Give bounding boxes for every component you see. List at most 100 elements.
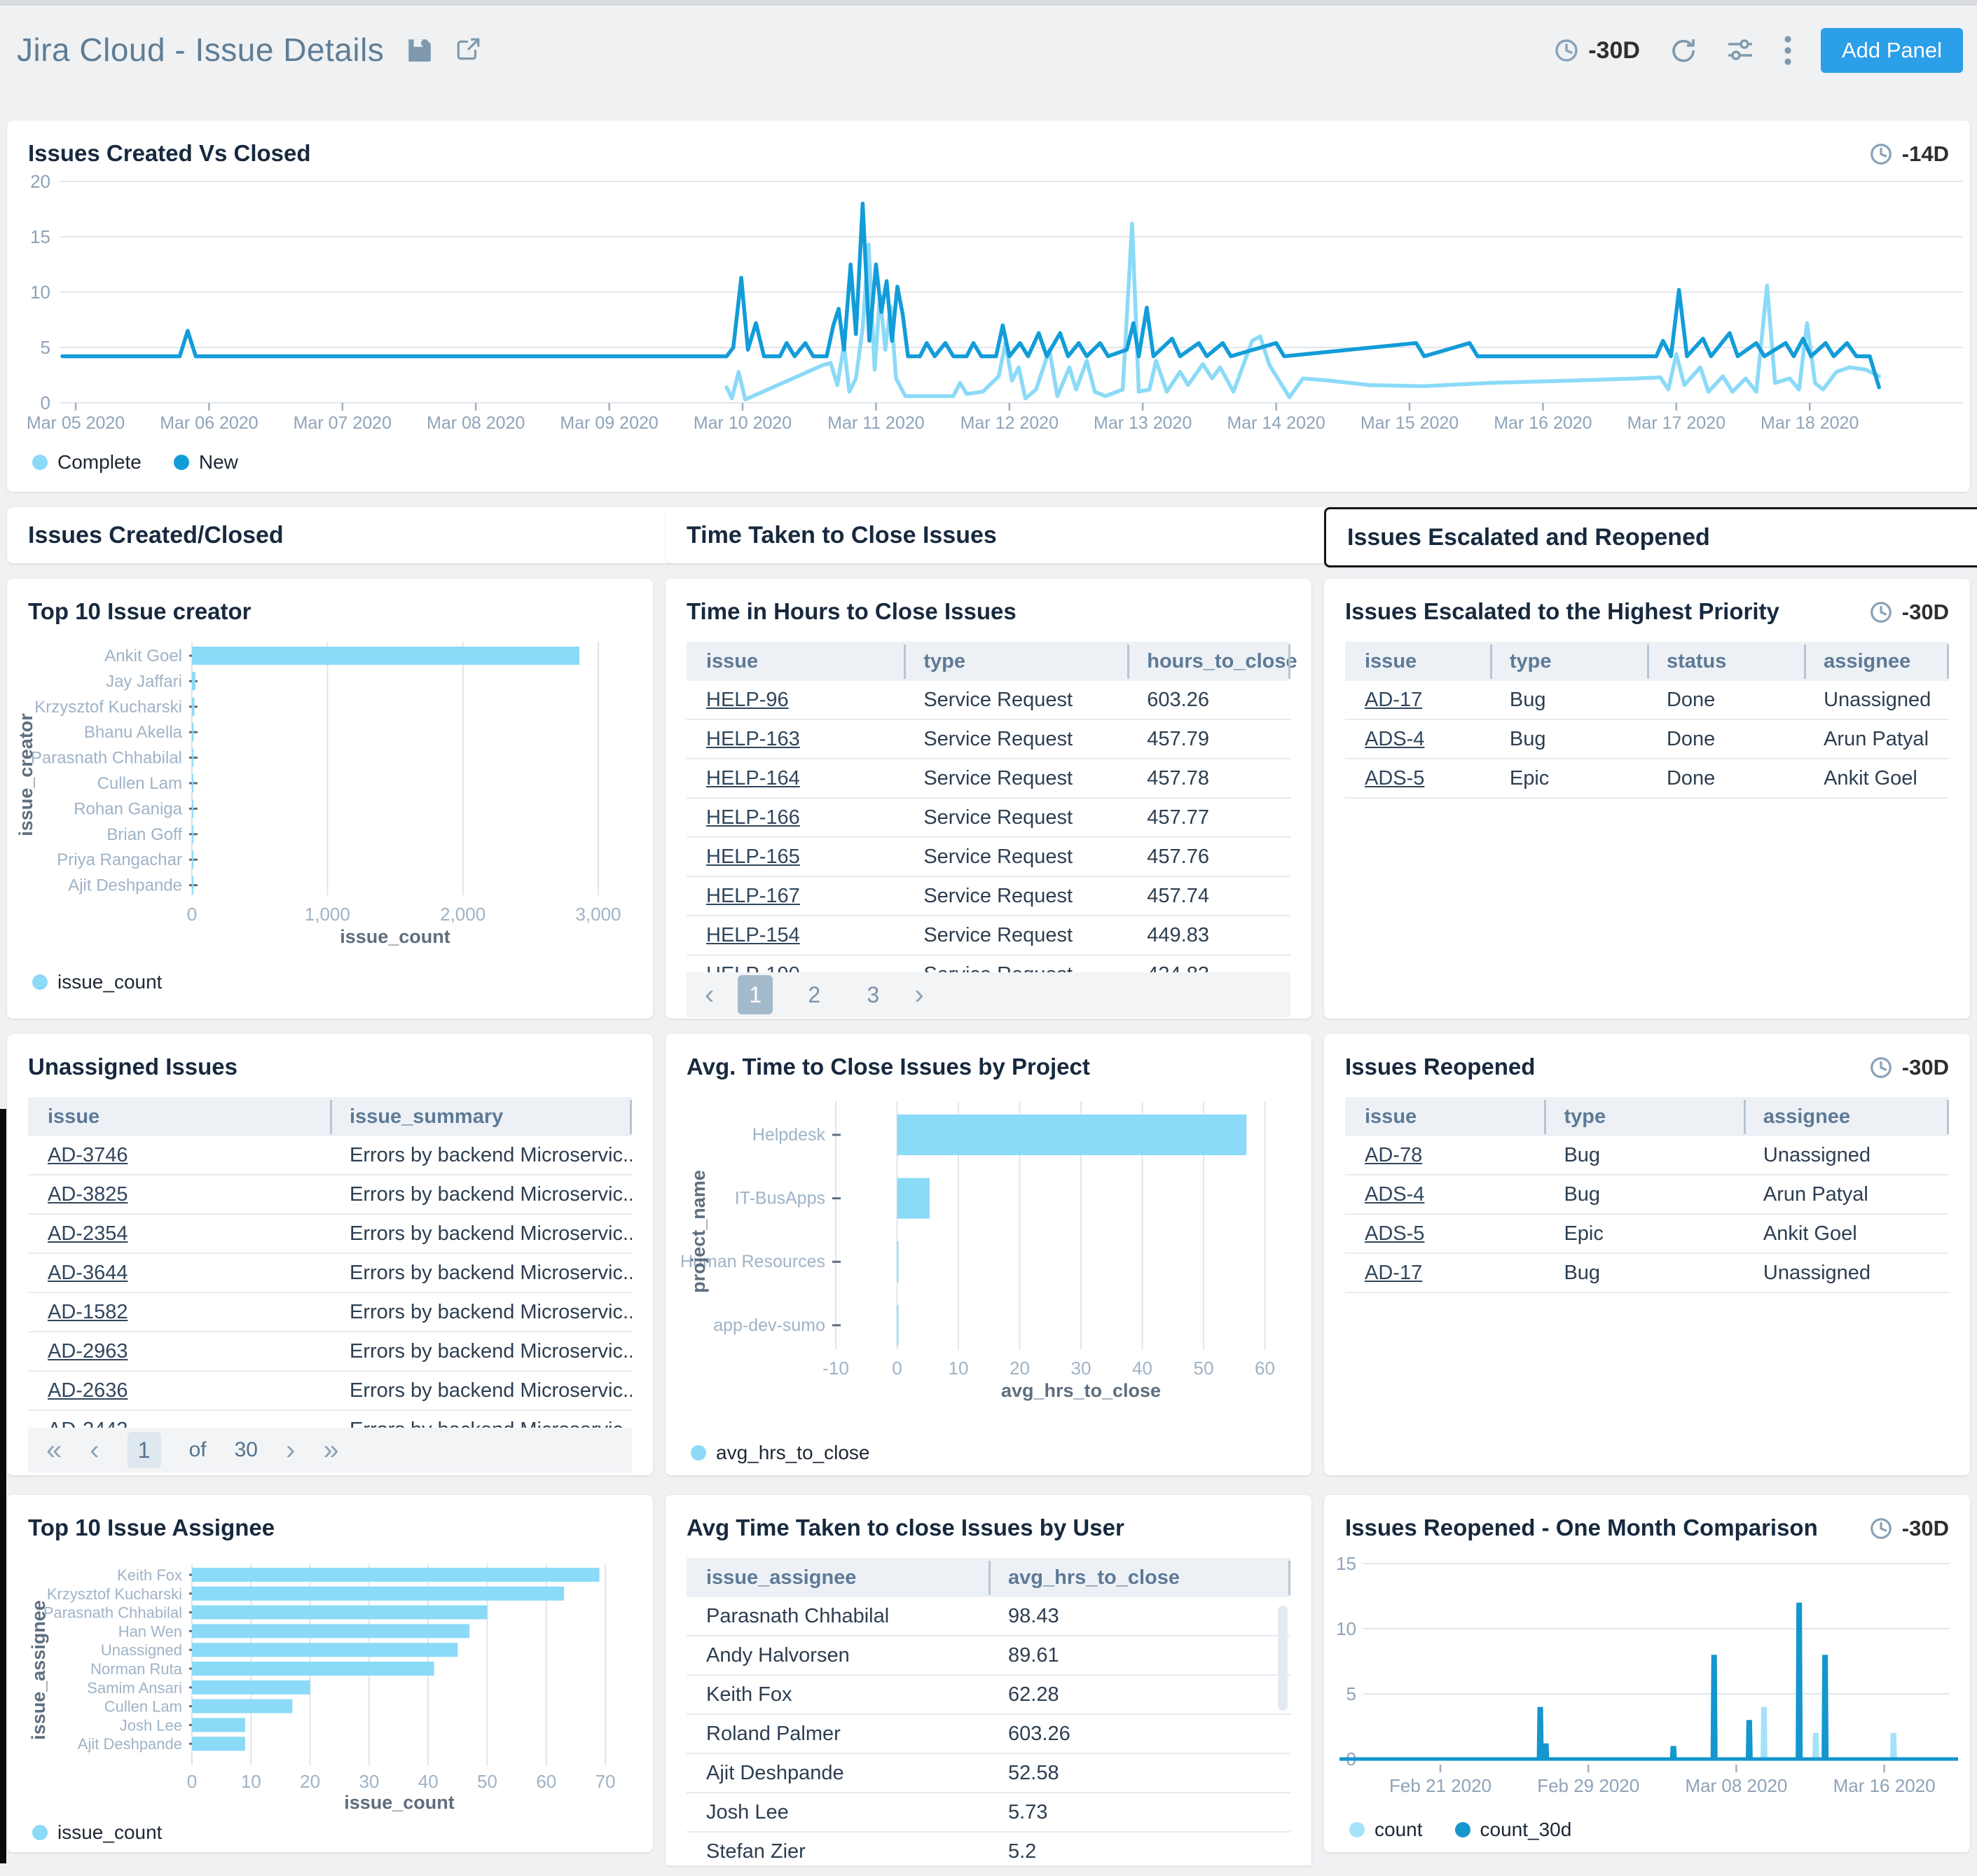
save-icon[interactable]	[405, 36, 433, 64]
svg-text:Mar 09 2020: Mar 09 2020	[560, 413, 658, 433]
legend-item[interactable]: Complete	[32, 451, 142, 474]
issue-link[interactable]: AD-3644	[48, 1262, 128, 1284]
issue-link[interactable]: AD-78	[1365, 1144, 1422, 1166]
table-cell: 434.83	[1127, 963, 1290, 973]
page-3-button[interactable]: 3	[855, 982, 890, 1008]
issue-link[interactable]: ADS-4	[1365, 728, 1424, 750]
issue-link[interactable]: AD-17	[1365, 689, 1422, 711]
issue-link[interactable]: AD-2963	[48, 1340, 128, 1363]
next-page-button[interactable]: ›	[286, 1436, 295, 1464]
column-header[interactable]: status	[1647, 650, 1804, 673]
table-cell: HELP-165	[687, 846, 904, 869]
table-scrollbar-thumb[interactable]	[1278, 1606, 1288, 1711]
clock-icon	[1553, 37, 1580, 64]
prev-page-button[interactable]: ‹	[705, 981, 714, 1009]
legend-item[interactable]: issue_count	[32, 971, 162, 993]
svg-text:Norman Ruta: Norman Ruta	[90, 1660, 183, 1678]
issue-link[interactable]: HELP-167	[706, 885, 800, 907]
table-cell: Arun Patyal	[1744, 1183, 1949, 1206]
current-page-field[interactable]: 1	[128, 1432, 161, 1468]
section-issues-escalated-reopened[interactable]: Issues Escalated and Reopened	[1324, 507, 1977, 567]
table-row: HELP-96Service Request603.26	[687, 681, 1290, 720]
page-1-button[interactable]: 1	[738, 975, 773, 1014]
table-cell: HELP-190	[687, 963, 904, 973]
svg-text:Mar 18 2020: Mar 18 2020	[1761, 413, 1859, 433]
column-header[interactable]: issue	[1345, 650, 1490, 673]
column-header[interactable]: avg_hrs_to_close	[988, 1566, 1290, 1589]
table-pagination: « ‹ 1 of 30 › »	[28, 1428, 632, 1472]
svg-text:5: 5	[41, 337, 50, 358]
chart-legend: count count_30d	[1349, 1819, 1571, 1841]
column-header[interactable]: issue_assignee	[687, 1566, 988, 1589]
legend-label: issue_count	[57, 971, 162, 993]
add-panel-button[interactable]: Add Panel	[1821, 28, 1963, 73]
svg-text:Mar 08 2020: Mar 08 2020	[427, 413, 525, 433]
clock-icon	[1868, 600, 1894, 625]
issue-link[interactable]: HELP-165	[706, 846, 800, 868]
issue-link[interactable]: AD-3746	[48, 1144, 128, 1166]
issue-link[interactable]: HELP-190	[706, 963, 800, 973]
page-2-button[interactable]: 2	[797, 982, 832, 1008]
issue-link[interactable]: ADS-5	[1365, 1222, 1424, 1245]
dashboard-header: Jira Cloud - Issue Details	[17, 31, 482, 69]
issue-link[interactable]: AD-1582	[48, 1301, 128, 1323]
column-header[interactable]: type	[1544, 1105, 1743, 1129]
issue-link[interactable]: AD-2443	[48, 1419, 128, 1428]
svg-text:Parasnath Chhabilal: Parasnath Chhabilal	[43, 1604, 182, 1622]
legend-item[interactable]: count_30d	[1455, 1819, 1572, 1841]
legend-label: Complete	[57, 451, 142, 474]
next-page-button[interactable]: ›	[914, 981, 923, 1009]
issue-link[interactable]: HELP-154	[706, 924, 800, 946]
issue-link[interactable]: HELP-96	[706, 689, 789, 711]
column-header[interactable]: hours_to_close	[1127, 650, 1290, 673]
issue-link[interactable]: AD-17	[1365, 1262, 1422, 1284]
dashboard-time-range[interactable]: -30D	[1553, 37, 1640, 64]
issue-link[interactable]: ADS-4	[1365, 1183, 1424, 1206]
table-cell: Done	[1647, 689, 1804, 712]
legend-item[interactable]: issue_count	[32, 1821, 162, 1844]
legend-item[interactable]: avg_hrs_to_close	[691, 1442, 869, 1464]
display-settings-icon[interactable]	[1725, 36, 1755, 65]
table-header-row: issuetypestatusassignee	[1345, 642, 1949, 681]
prev-page-button[interactable]: ‹	[90, 1436, 99, 1464]
panel-time-range[interactable]: -30D	[1868, 1055, 1949, 1080]
table-cell: 62.28	[988, 1683, 1290, 1706]
svg-text:20: 20	[1010, 1358, 1030, 1379]
table-cell: Errors by backend Microservic...	[330, 1144, 632, 1167]
column-header[interactable]: assignee	[1744, 1105, 1949, 1129]
table-row: HELP-166Service Request457.77	[687, 799, 1290, 838]
left-edge-scroll-indicator	[0, 1109, 6, 1863]
column-header[interactable]: issue	[687, 650, 904, 673]
issues-reopened-comparison-chart: 051015Feb 21 2020Feb 29 2020Mar 08 2020M…	[1324, 1495, 1970, 1814]
column-header[interactable]: type	[1490, 650, 1647, 673]
column-header[interactable]: assignee	[1804, 650, 1949, 673]
issue-link[interactable]: AD-2636	[48, 1379, 128, 1402]
table-body: Parasnath Chhabilal98.43Andy Halvorsen89…	[687, 1597, 1290, 1862]
issue-link[interactable]: AD-2354	[48, 1222, 128, 1245]
issue-link[interactable]: HELP-166	[706, 806, 800, 829]
issue-link[interactable]: AD-3825	[48, 1183, 128, 1206]
panel-time-range[interactable]: -30D	[1868, 600, 1949, 625]
table-cell: Stefan Zier	[687, 1840, 988, 1863]
refresh-icon[interactable]	[1668, 36, 1697, 65]
table-header-row: issue_assigneeavg_hrs_to_close	[687, 1558, 1290, 1597]
column-header[interactable]: issue_summary	[330, 1105, 632, 1129]
export-icon[interactable]	[454, 36, 482, 64]
issue-link[interactable]: HELP-163	[706, 728, 800, 750]
issue-link[interactable]: ADS-5	[1365, 767, 1424, 789]
table-cell: Done	[1647, 767, 1804, 790]
kebab-menu-icon[interactable]	[1783, 34, 1793, 67]
table-cell: Errors by backend Microservic...	[330, 1183, 632, 1206]
last-page-button[interactable]: »	[323, 1436, 338, 1464]
first-page-button[interactable]: «	[46, 1436, 62, 1464]
table-row: HELP-167Service Request457.74	[687, 877, 1290, 916]
svg-text:Mar 13 2020: Mar 13 2020	[1094, 413, 1192, 433]
column-header[interactable]: issue	[1345, 1105, 1544, 1129]
column-header[interactable]: type	[904, 650, 1127, 673]
table-cell: Ajit Deshpande	[687, 1762, 988, 1785]
column-header[interactable]: issue	[28, 1105, 330, 1129]
legend-item[interactable]: count	[1349, 1819, 1423, 1841]
legend-item[interactable]: New	[174, 451, 238, 474]
issue-link[interactable]: HELP-164	[706, 767, 800, 789]
issues-escalated-table: issuetypestatusassigneeAD-17BugDoneUnass…	[1345, 642, 1949, 799]
